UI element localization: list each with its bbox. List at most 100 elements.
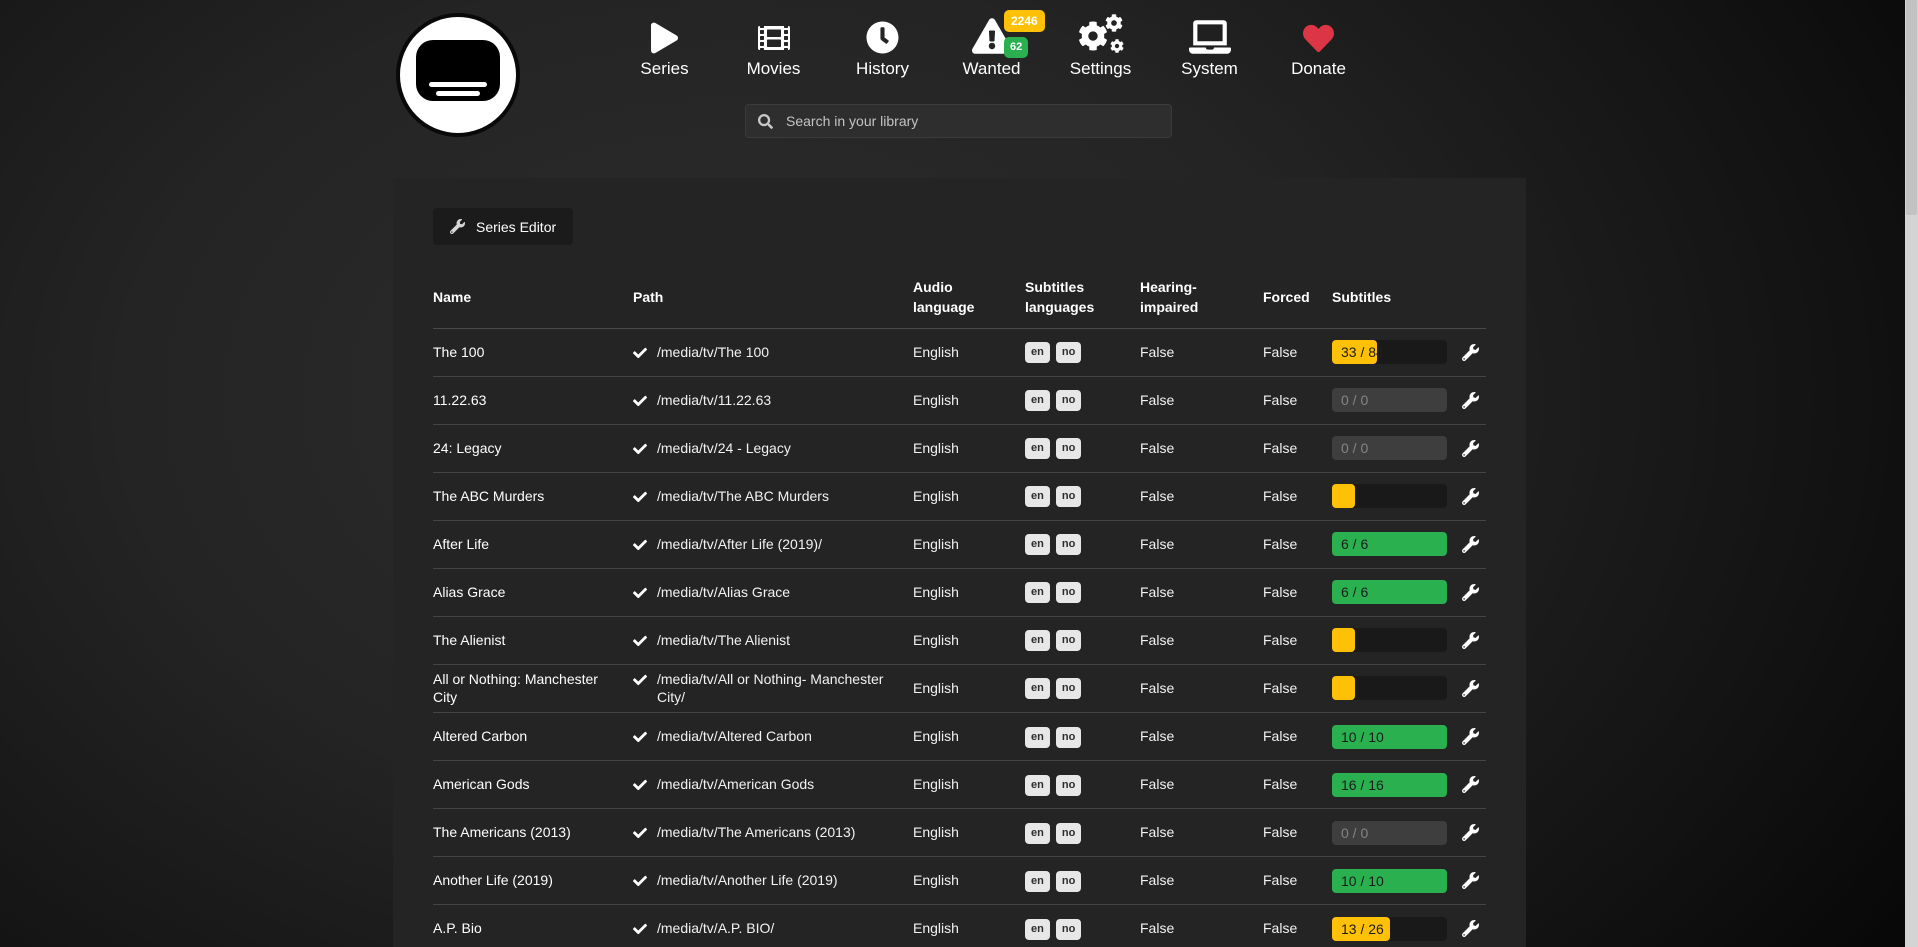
series-name-link[interactable]: A.P. Bio <box>433 919 633 938</box>
series-name-link[interactable]: The Alienist <box>433 631 633 650</box>
subtitles-progress-bar <box>1332 484 1447 508</box>
series-path: /media/tv/Altered Carbon <box>633 727 913 746</box>
series-path: /media/tv/The Americans (2013) <box>633 823 913 842</box>
audio-language: English <box>913 823 1025 842</box>
series-name-link[interactable]: Altered Carbon <box>433 727 633 746</box>
series-name-link[interactable]: The 100 <box>433 343 633 362</box>
check-icon <box>633 826 647 840</box>
path-text: /media/tv/The Americans (2013) <box>657 823 855 842</box>
wrench-icon <box>1462 488 1479 505</box>
edit-series-button[interactable] <box>1462 872 1479 889</box>
series-name-link[interactable]: American Gods <box>433 775 633 794</box>
series-name-link[interactable]: 24: Legacy <box>433 439 633 458</box>
edit-series-button[interactable] <box>1462 488 1479 505</box>
path-text: /media/tv/Alias Grace <box>657 583 790 602</box>
audio-language: English <box>913 919 1025 938</box>
edit-series-button[interactable] <box>1462 824 1479 841</box>
nav-item-movies[interactable]: Movies <box>719 12 828 79</box>
table-row: Another Life (2019) /media/tv/Another Li… <box>433 857 1486 905</box>
wrench-icon <box>1462 872 1479 889</box>
path-text: /media/tv/American Gods <box>657 775 814 794</box>
edit-series-button[interactable] <box>1462 728 1479 745</box>
scrollbar-thumb[interactable] <box>1906 0 1917 215</box>
wrench-icon <box>1462 632 1479 649</box>
path-text: /media/tv/The 100 <box>657 343 769 362</box>
series-path: /media/tv/After Life (2019)/ <box>633 535 913 554</box>
language-badge: no <box>1056 823 1081 844</box>
audio-language: English <box>913 871 1025 890</box>
series-path: /media/tv/The ABC Murders <box>633 487 913 506</box>
subtitles-progress-bar: 16 / 16 <box>1332 773 1447 797</box>
progress-label: 16 / 16 <box>1341 773 1384 797</box>
subtitles-progress <box>1332 676 1462 700</box>
edit-series-button[interactable] <box>1462 440 1479 457</box>
subtitles-progress: 10 / 10 <box>1332 725 1462 749</box>
nav-item-donate[interactable]: Donate <box>1264 12 1373 79</box>
forced-value: False <box>1263 631 1332 650</box>
nav-item-series[interactable]: Series <box>610 12 719 79</box>
series-path: /media/tv/11.22.63 <box>633 391 913 410</box>
hearing-impaired-value: False <box>1140 343 1263 362</box>
check-icon <box>633 394 647 408</box>
edit-series-button[interactable] <box>1462 584 1479 601</box>
hearing-impaired-value: False <box>1140 727 1263 746</box>
progress-fill <box>1332 676 1355 700</box>
edit-series-button[interactable] <box>1462 344 1479 361</box>
edit-series-button[interactable] <box>1462 536 1479 553</box>
series-editor-button[interactable]: Series Editor <box>433 208 573 245</box>
app-logo-icon[interactable] <box>396 13 520 137</box>
edit-series-button[interactable] <box>1462 776 1479 793</box>
series-list-panel: Series Editor Name Path Audio language S… <box>393 178 1526 947</box>
table-row: Alias Grace /media/tv/Alias Grace Englis… <box>433 569 1486 617</box>
search-input[interactable] <box>784 112 1159 130</box>
hearing-impaired-value: False <box>1140 919 1263 938</box>
check-icon <box>633 730 647 744</box>
subtitles-progress-bar: 0 / 0 <box>1332 436 1447 460</box>
edit-series-button[interactable] <box>1462 920 1479 937</box>
series-name-link[interactable]: Another Life (2019) <box>433 871 633 890</box>
series-path: /media/tv/Alias Grace <box>633 583 913 602</box>
heart-icon <box>1301 12 1336 54</box>
edit-series-button[interactable] <box>1462 632 1479 649</box>
subtitle-languages: enno <box>1025 918 1140 940</box>
series-name-link[interactable]: Alias Grace <box>433 583 633 602</box>
series-name-link[interactable]: The Americans (2013) <box>433 823 633 842</box>
forced-value: False <box>1263 775 1332 794</box>
check-icon <box>633 538 647 552</box>
forced-value: False <box>1263 583 1332 602</box>
nav-item-settings[interactable]: Settings <box>1046 12 1155 79</box>
nav-label: History <box>856 59 909 79</box>
wrench-icon <box>1462 680 1479 697</box>
nav-item-wanted[interactable]: Wanted 2246 62 <box>937 12 1046 79</box>
subtitles-progress-bar: 13 / 26 <box>1332 917 1447 941</box>
forced-value: False <box>1263 439 1332 458</box>
edit-series-button[interactable] <box>1462 680 1479 697</box>
subtitles-progress-bar: 10 / 10 <box>1332 725 1447 749</box>
page-scrollbar[interactable] <box>1905 0 1918 947</box>
series-name-link[interactable]: The ABC Murders <box>433 487 633 506</box>
header-hearing-impaired: Hearing-impaired <box>1140 277 1263 318</box>
nav-item-system[interactable]: System <box>1155 12 1264 79</box>
audio-language: English <box>913 679 1025 698</box>
language-badge: en <box>1025 438 1050 459</box>
header-audio-language: Audio language <box>913 277 1025 318</box>
series-path: /media/tv/American Gods <box>633 775 913 794</box>
series-name-link[interactable]: 11.22.63 <box>433 391 633 410</box>
nav-label: Movies <box>747 59 801 79</box>
path-text: /media/tv/24 - Legacy <box>657 439 791 458</box>
table-row: The Americans (2013) /media/tv/The Ameri… <box>433 809 1486 857</box>
table-row: All or Nothing: Manchester City /media/t… <box>433 665 1486 714</box>
language-badge: en <box>1025 342 1050 363</box>
logo-screen-shape <box>416 40 500 101</box>
series-path: /media/tv/All or Nothing- Manchester Cit… <box>633 670 913 708</box>
audio-language: English <box>913 535 1025 554</box>
nav-item-history[interactable]: History <box>828 12 937 79</box>
edit-series-button[interactable] <box>1462 392 1479 409</box>
language-badge: en <box>1025 534 1050 555</box>
path-text: /media/tv/A.P. BIO/ <box>657 919 774 938</box>
series-name-link[interactable]: After Life <box>433 535 633 554</box>
progress-label: 6 / 6 <box>1341 532 1368 556</box>
language-badge: no <box>1056 390 1081 411</box>
progress-label: 0 / 0 <box>1341 436 1368 460</box>
series-name-link[interactable]: All or Nothing: Manchester City <box>433 670 633 708</box>
